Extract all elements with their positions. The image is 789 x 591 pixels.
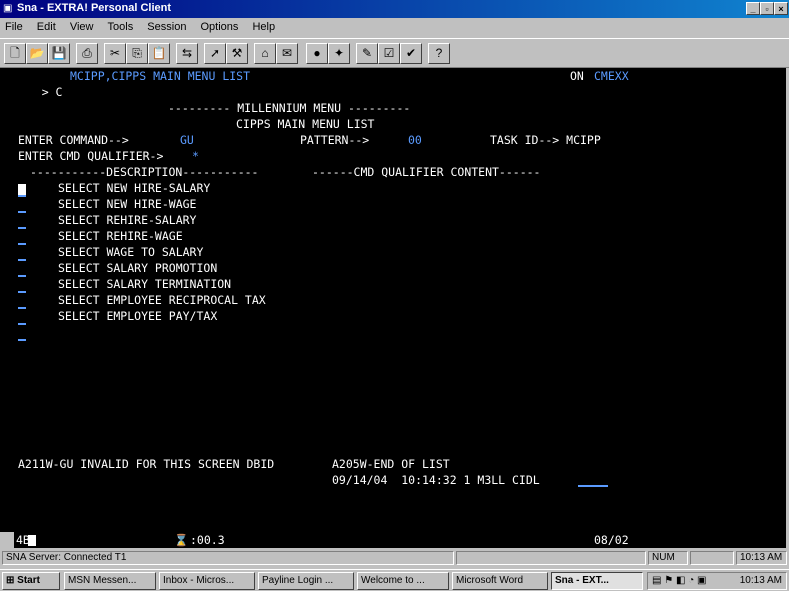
terminal-cursor (18, 184, 26, 195)
taskbar: ⊞ Start MSN Messen... Inbox - Micros... … (0, 569, 789, 591)
qualifier-label: ENTER CMD QUALIFIER-> (18, 149, 164, 163)
header-prompt: > C (41, 85, 63, 99)
taskbar-button-msn[interactable]: MSN Messen... (64, 572, 156, 590)
taskbar-button-word[interactable]: Microsoft Word (452, 572, 548, 590)
menu-item: SELECT EMPLOYEE PAY/TAX (58, 309, 218, 323)
menu-edit[interactable]: Edit (37, 18, 56, 37)
tray-clock: 10:13 AM (739, 575, 782, 586)
edit-icon[interactable]: ☑ (378, 43, 400, 64)
menu-session[interactable]: Session (147, 18, 186, 37)
taskbar-button-payline[interactable]: Payline Login ... (258, 572, 354, 590)
oia-timer: :00.3 (190, 533, 225, 547)
menu-item: SELECT WAGE TO SALARY (58, 245, 204, 259)
menu-bar: File Edit View Tools Session Options Hel… (0, 18, 789, 37)
task-id-label: TASK ID--> MCIPP (490, 133, 601, 147)
menu-item: SELECT EMPLOYEE RECIPROCAL TAX (58, 293, 266, 307)
windows-logo-icon: ⊞ (6, 575, 15, 586)
toolbar: 🗋 📂 💾 ⎙ ✂ ⎘ 📋 ⇆ ➚ ⚒ ⌂ ✉ ● ✦ ✎ ☑ ✔ ? (0, 38, 789, 68)
menu-file[interactable]: File (5, 18, 23, 37)
open-icon[interactable]: 📂 (26, 43, 48, 64)
record-icon[interactable]: ● (306, 43, 328, 64)
stop-icon[interactable]: ✦ (328, 43, 350, 64)
pattern-label: PATTERN--> (300, 133, 370, 147)
taskbar-button-welcome[interactable]: Welcome to ... (357, 572, 449, 590)
select-field[interactable] (18, 307, 26, 309)
menu-subtitle: CIPPS MAIN MENU LIST (236, 117, 375, 131)
menu-item: SELECT REHIRE-WAGE (58, 229, 183, 243)
close-icon[interactable]: × (774, 2, 788, 15)
oia-block (28, 535, 36, 546)
col-qualifier-header: ------CMD QUALIFIER CONTENT------ (312, 165, 541, 179)
menu-tools[interactable]: Tools (108, 18, 134, 37)
save-icon[interactable]: 💾 (48, 43, 70, 64)
menu-item: SELECT NEW HIRE-SALARY (58, 181, 211, 195)
start-button[interactable]: ⊞ Start (2, 572, 60, 590)
server-status: SNA Server: Connected T1 (2, 551, 454, 565)
operator-info-area: 4B ⌛ :00.3 08/02 (14, 532, 786, 548)
window-title: Sna - EXTRA! Personal Client (17, 2, 172, 14)
num-indicator: NUM (648, 551, 688, 565)
hourglass-icon: ⌛ (174, 533, 189, 547)
pattern-input[interactable]: 00 (408, 132, 422, 148)
menu-help[interactable]: Help (252, 18, 275, 37)
print-icon[interactable]: ⎙ (76, 43, 98, 64)
check-icon[interactable]: ✔ (400, 43, 422, 64)
menu-item: SELECT REHIRE-SALARY (58, 213, 197, 227)
enter-command-input[interactable]: GU (180, 132, 194, 148)
menu-options[interactable]: Options (201, 18, 239, 37)
system-tray: ▤ ⚑ ◧ ◔ ▣ 10:13 AM (647, 572, 787, 590)
app-icon: ▣ (3, 3, 13, 14)
select-field[interactable] (18, 323, 26, 325)
new-icon[interactable]: 🗋 (4, 43, 26, 64)
timestamp-line: 09/14/04 10:14:32 1 M3LL CIDL (332, 473, 540, 487)
menu-view[interactable]: View (70, 18, 94, 37)
select-field[interactable] (18, 227, 26, 229)
status-bar: SNA Server: Connected T1 NUM 10:13 AM (0, 550, 789, 567)
menu-item: SELECT NEW HIRE-WAGE (58, 197, 197, 211)
menu-item: SELECT SALARY TERMINATION (58, 277, 232, 291)
settings-icon[interactable]: ✎ (356, 43, 378, 64)
status-time: 10:13 AM (736, 551, 787, 565)
select-field[interactable] (18, 211, 26, 213)
select-field[interactable] (18, 291, 26, 293)
menu-title: --------- MILLENNIUM MENU --------- (168, 101, 411, 115)
select-field[interactable] (18, 275, 26, 277)
send-icon[interactable]: ➚ (204, 43, 226, 64)
paste-icon[interactable]: 📋 (148, 43, 170, 64)
help-icon[interactable]: ? (428, 43, 450, 64)
title-bar: ▣ Sna - EXTRA! Personal Client _ ▫ × (0, 0, 789, 18)
transfer-icon[interactable]: ⇆ (176, 43, 198, 64)
select-field[interactable] (18, 339, 26, 341)
cidl-input[interactable] (578, 485, 608, 487)
header-system: CMEXX (594, 69, 629, 83)
status-panel (456, 551, 646, 565)
qualifier-input[interactable]: * (192, 148, 199, 164)
cut-icon[interactable]: ✂ (104, 43, 126, 64)
start-label: Start (17, 575, 40, 586)
col-description-header: -----------DESCRIPTION----------- (30, 165, 259, 179)
header-on-label: ON (570, 69, 584, 83)
select-field[interactable] (18, 259, 26, 261)
menu-item: SELECT SALARY PROMOTION (58, 261, 218, 275)
connect-icon[interactable]: ⌂ (254, 43, 276, 64)
taskbar-button-inbox[interactable]: Inbox - Micros... (159, 572, 255, 590)
terminal-margin (0, 68, 14, 532)
cursor-position: 08/02 (594, 533, 629, 547)
minimize-icon[interactable]: _ (746, 2, 760, 15)
tray-icons[interactable]: ▤ ⚑ ◧ ◔ ▣ (652, 573, 706, 589)
message-right: A205W-END OF LIST (332, 457, 450, 471)
disconnect-icon[interactable]: ✉ (276, 43, 298, 64)
taskbar-button-sna[interactable]: Sna - EXT... (551, 572, 643, 590)
select-field[interactable] (18, 195, 26, 197)
select-field[interactable] (18, 243, 26, 245)
terminal-screen[interactable]: > C MCIPP,CIPPS MAIN MENU LIST ON CMEXX … (14, 68, 786, 532)
maximize-icon[interactable]: ▫ (760, 2, 774, 15)
copy-icon[interactable]: ⎘ (126, 43, 148, 64)
macro-icon[interactable]: ⚒ (226, 43, 248, 64)
status-panel-blank (690, 551, 734, 565)
enter-command-label: ENTER COMMAND--> (18, 133, 129, 147)
message-left: A211W-GU INVALID FOR THIS SCREEN DBID (18, 457, 275, 471)
header-title: MCIPP,CIPPS MAIN MENU LIST (70, 69, 251, 83)
